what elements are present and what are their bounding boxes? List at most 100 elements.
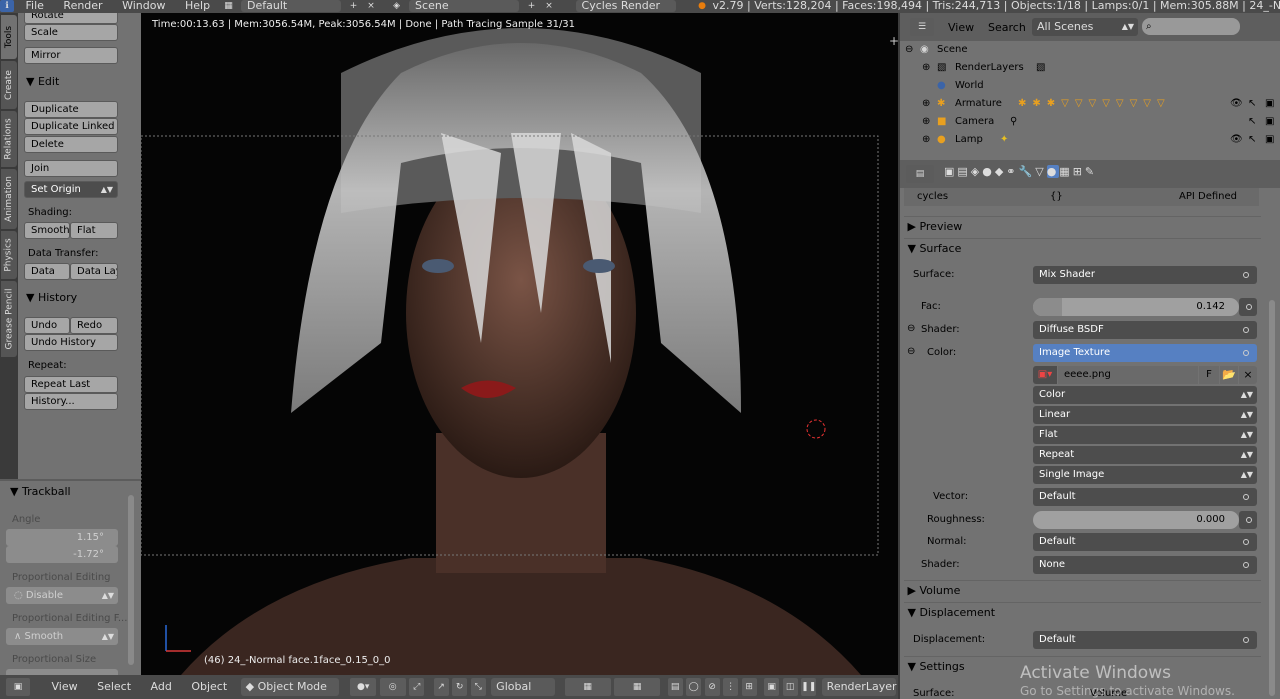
roughness-link-button[interactable] — [1239, 511, 1257, 529]
lamp-render-icon[interactable]: ▣ — [1265, 131, 1274, 149]
outliner-item-world[interactable]: ● World — [900, 77, 1280, 95]
trackball-header[interactable]: ▼ Trackball — [10, 485, 71, 498]
outliner-filter-dropdown[interactable]: All Scenes ▲▼ — [1032, 18, 1138, 36]
data-layout-button[interactable]: Data Lay — [70, 263, 118, 280]
menu-file[interactable]: File — [18, 0, 52, 12]
redo-button[interactable]: Redo — [70, 317, 118, 334]
unlink-image-icon[interactable]: × — [1239, 366, 1257, 384]
tab-animation[interactable]: Animation — [1, 169, 17, 229]
snap-icon[interactable]: ⊘ — [704, 678, 720, 696]
volume-panel-header[interactable]: ▶ Volume — [904, 580, 1261, 600]
outliner-editor-icon[interactable]: ☰ — [910, 18, 934, 36]
join-button[interactable]: Join — [24, 160, 118, 177]
remove-scene-icon[interactable]: × — [542, 0, 556, 12]
surface-panel-header[interactable]: ▼ Surface — [904, 238, 1261, 258]
scale-icon[interactable]: ⤡ — [470, 678, 486, 696]
displacement-field[interactable]: Default — [1033, 631, 1257, 649]
color-space-dropdown[interactable]: Color ▲▼ — [1033, 386, 1257, 404]
outliner-view-menu[interactable]: View — [948, 21, 974, 34]
manipulator-icon[interactable]: ⤢ — [409, 678, 425, 696]
projection-dropdown[interactable]: Flat ▲▼ — [1033, 426, 1257, 444]
properties-scrollbar[interactable] — [1269, 300, 1275, 696]
rotate-icon[interactable]: ↻ — [452, 678, 468, 696]
layers-a-icon[interactable]: ▦ — [564, 678, 611, 696]
image-browse-icon[interactable]: ▣▾ — [1033, 366, 1057, 384]
outliner-item-renderlayers[interactable]: ⊕ ▧ RenderLayers ▧ — [900, 59, 1280, 77]
tab-create[interactable]: Create — [1, 61, 17, 109]
menu-window[interactable]: Window — [114, 0, 173, 12]
editor-type-icon[interactable]: ▣ — [6, 678, 30, 696]
image-source-dropdown[interactable]: Single Image ▲▼ — [1033, 466, 1257, 484]
data-transfer-button[interactable]: Data — [24, 263, 70, 280]
rotate-button[interactable]: Rotate — [24, 13, 118, 24]
scene-selector[interactable]: Scene — [409, 0, 520, 12]
tab-tools[interactable]: Tools — [1, 15, 17, 59]
surface-shader-field[interactable]: Mix Shader — [1033, 266, 1257, 284]
fake-user-button[interactable]: F — [1199, 366, 1219, 384]
shader2-field[interactable]: None — [1033, 556, 1257, 574]
camera-select-icon[interactable]: ↖ — [1248, 113, 1256, 131]
preview-panel-header[interactable]: ▶ Preview — [904, 216, 1261, 236]
armature-select-icon[interactable]: ↖ — [1248, 95, 1256, 113]
smooth-shading-button[interactable]: Smooth — [24, 222, 70, 239]
open-image-icon[interactable]: 📂 — [1220, 366, 1238, 384]
repeat-last-button[interactable]: Repeat Last — [24, 376, 118, 393]
history-button[interactable]: History... — [24, 393, 118, 410]
proportional-editing-dropdown[interactable]: ◌ Disable ▲▼ — [6, 587, 118, 604]
scene-icon[interactable]: ◈ — [390, 0, 404, 12]
snap-element-icon[interactable]: ⊞ — [741, 678, 757, 696]
roughness-slider[interactable]: 0.000 — [1033, 511, 1239, 529]
pivot-point-icon[interactable]: ◎ — [379, 678, 406, 696]
tab-physics[interactable]: Physics — [1, 231, 17, 279]
camera-render-icon[interactable]: ◫ — [782, 678, 798, 696]
edit-panel-header[interactable]: ▼ Edit — [26, 75, 59, 88]
add-scene-icon[interactable]: + — [525, 0, 539, 12]
image-name-field[interactable]: eeee.png — [1058, 366, 1198, 384]
displacement-panel-header[interactable]: ▼ Displacement — [904, 602, 1261, 622]
viewport-shading-icon[interactable]: ●▾ — [350, 678, 377, 696]
outliner-item-scene[interactable]: ⊖ ◉ Scene — [900, 41, 1280, 59]
layout-icon[interactable]: ▦ — [222, 0, 236, 12]
lamp-select-icon[interactable]: ↖ — [1248, 131, 1256, 149]
remove-layout-icon[interactable]: × — [364, 0, 378, 12]
tab-grease-pencil[interactable]: Grease Pencil — [1, 281, 17, 357]
outliner-search-field[interactable]: ⌕ — [1142, 18, 1240, 35]
outliner-item-camera[interactable]: ⊕ ■ Camera ⚲ ↖ ▣ — [900, 113, 1280, 131]
blender-info-icon[interactable]: ℹ — [0, 0, 14, 12]
duplicate-linked-button[interactable]: Duplicate Linked — [24, 118, 118, 135]
armature-visibility-icon[interactable]: 👁 — [1230, 95, 1243, 113]
layers-b-icon[interactable]: ▦ — [614, 678, 661, 696]
interpolation-dropdown[interactable]: Linear ▲▼ — [1033, 406, 1257, 424]
proportional-icon[interactable]: ◯ — [686, 678, 702, 696]
menu-object[interactable]: Object — [183, 675, 235, 699]
translate-icon[interactable]: ↗ — [433, 678, 449, 696]
outliner-item-lamp[interactable]: ⊕ ● Lamp ✦ 👁 ↖ ▣ — [900, 131, 1280, 149]
menu-help[interactable]: Help — [177, 0, 218, 12]
undo-history-button[interactable]: Undo History — [24, 334, 118, 351]
trackball-scrollbar[interactable] — [128, 495, 134, 665]
undo-button[interactable]: Undo — [24, 317, 70, 334]
lamp-visibility-icon[interactable]: 👁 — [1230, 131, 1243, 149]
history-panel-header[interactable]: ▼ History — [26, 291, 77, 304]
outliner-item-armature[interactable]: ⊕ ✱ Armature ✱✱✱▽▽▽▽▽▽▽▽ 👁 ↖ ▣ — [900, 95, 1280, 113]
properties-context-tabs[interactable]: ▣▤◈●◆⚭🔧▽●▦⊞✎ — [944, 165, 1097, 178]
vector-field[interactable]: Default — [1033, 488, 1257, 506]
menu-view[interactable]: View — [44, 675, 86, 699]
outliner-search-menu[interactable]: Search — [988, 21, 1026, 34]
pause-icon[interactable]: ❚❚ — [801, 678, 816, 696]
armature-render-icon[interactable]: ▣ — [1265, 95, 1274, 113]
duplicate-button[interactable]: Duplicate — [24, 101, 118, 118]
fac-link-button[interactable] — [1239, 298, 1257, 316]
flat-shading-button[interactable]: Flat — [70, 222, 118, 239]
mode-selector[interactable]: ◆ Object Mode — [240, 678, 339, 696]
layout-selector[interactable]: Default — [241, 0, 342, 12]
color-input-field[interactable]: Image Texture — [1033, 344, 1257, 362]
shader-field[interactable]: Diffuse BSDF — [1033, 321, 1257, 339]
render-engine-selector[interactable]: Cycles Render — [575, 0, 676, 12]
snap-target-icon[interactable]: ⋮ — [723, 678, 739, 696]
tab-relations[interactable]: Relations — [1, 111, 17, 167]
menu-render[interactable]: Render — [55, 0, 110, 12]
orientation-selector[interactable]: Global — [491, 678, 556, 696]
set-origin-dropdown[interactable]: Set Origin ▲▼ — [24, 181, 118, 198]
delete-button[interactable]: Delete — [24, 136, 118, 153]
